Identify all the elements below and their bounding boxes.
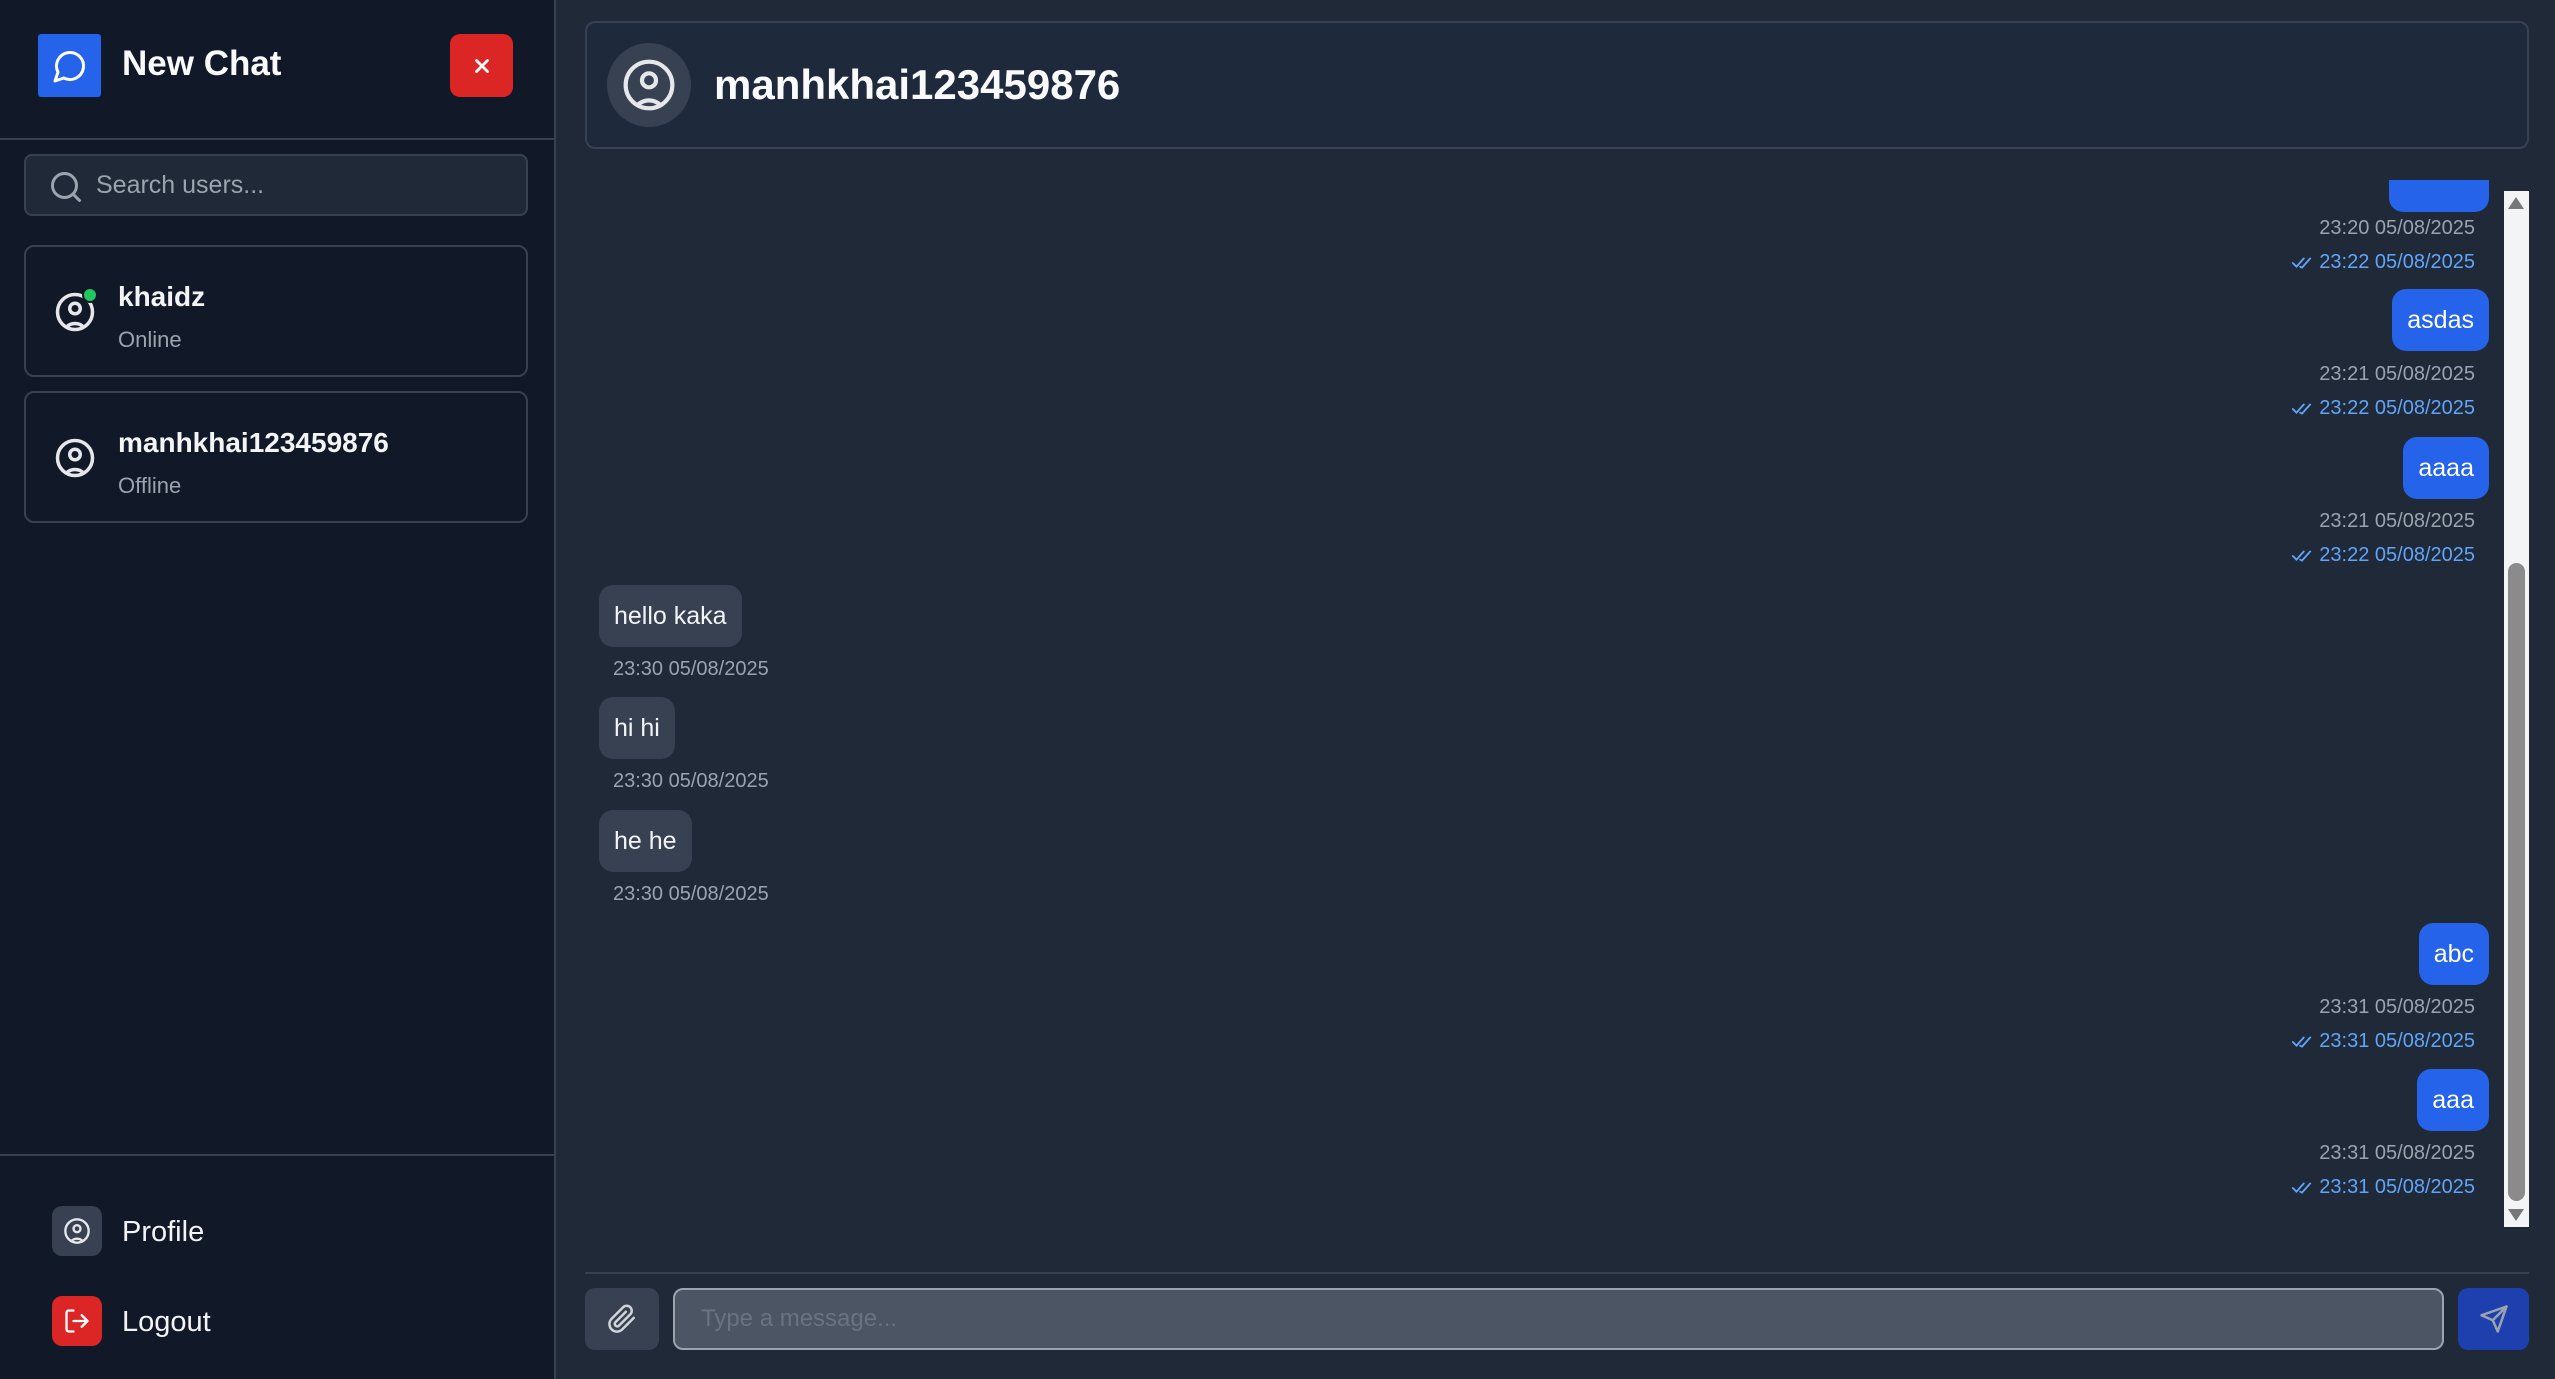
read-receipt: 23:31 05/08/2025	[2291, 1030, 2475, 1053]
online-indicator	[82, 287, 98, 303]
user-status: Online	[118, 327, 182, 352]
double-check-icon	[2292, 256, 2312, 269]
double-check-icon	[2292, 550, 2312, 562]
message-timestamp: 23:31 05/08/2025	[2319, 1142, 2475, 1164]
contact-name: manhkhai123459876	[714, 61, 1121, 108]
send-icon	[2479, 1305, 2508, 1333]
user-circle-icon	[52, 1206, 102, 1256]
message-bubble	[2389, 180, 2489, 212]
user-name: khaidz	[118, 281, 206, 312]
logout-button[interactable]: Logout	[52, 1296, 452, 1346]
message-bubble: abc	[2418, 923, 2489, 985]
close-button[interactable]	[450, 34, 513, 97]
logout-label: Logout	[122, 1306, 211, 1338]
message-timestamp: 23:30 05/08/2025	[613, 883, 769, 905]
logout-icon	[52, 1296, 102, 1346]
scroll-down-arrow[interactable]	[2508, 1209, 2524, 1221]
read-receipt: 23:31 05/08/2025	[2291, 1176, 2475, 1199]
message-bubble: aaaa	[2403, 437, 2489, 499]
read-timestamp: 23:31 05/08/2025	[2319, 1030, 2475, 1052]
message-scrollbar[interactable]	[2504, 191, 2529, 1227]
double-check-icon	[2292, 1036, 2312, 1048]
profile-label: Profile	[122, 1216, 205, 1248]
message-timestamp: 23:30 05/08/2025	[613, 770, 769, 792]
user-status: Offline	[118, 473, 182, 498]
scroll-up-arrow[interactable]	[2508, 197, 2524, 209]
user-list-item[interactable]: manhkhai123459876 Offline	[24, 391, 528, 523]
paperclip-icon	[608, 1304, 635, 1333]
attach-button[interactable]	[585, 1288, 659, 1350]
send-button[interactable]	[2458, 1288, 2529, 1350]
chat-bubble-icon	[38, 34, 101, 97]
message-bubble: asdas	[2392, 289, 2489, 351]
user-name: manhkhai123459876	[118, 427, 389, 458]
message-timestamp: 23:20 05/08/2025	[2319, 217, 2475, 239]
message-bubble: aaa	[2417, 1069, 2489, 1131]
message-input[interactable]	[673, 1288, 2444, 1350]
sidebar-title: New Chat	[122, 44, 282, 83]
sidebar: New Chat khaidz Online manhkhai123459876…	[0, 0, 556, 1379]
message-timestamp: 23:21 05/08/2025	[2319, 510, 2475, 532]
sidebar-footer: Profile Logout	[0, 1154, 554, 1379]
message-bubble: hi hi	[599, 697, 675, 759]
profile-button[interactable]: Profile	[52, 1206, 452, 1256]
user-circle-icon	[55, 438, 95, 478]
read-timestamp: 23:31 05/08/2025	[2319, 1176, 2475, 1198]
user-circle-icon	[607, 43, 691, 127]
read-receipt: 23:22 05/08/2025	[2291, 251, 2475, 274]
double-check-icon	[2292, 403, 2312, 415]
message-list: 23:20 05/08/2025 23:22 05/08/2025 asdas …	[585, 180, 2529, 1230]
message-timestamp: 23:31 05/08/2025	[2319, 996, 2475, 1018]
read-receipt: 23:22 05/08/2025	[2291, 397, 2475, 420]
search-box[interactable]	[24, 154, 528, 216]
composer-divider	[585, 1272, 2529, 1274]
user-list-item[interactable]: khaidz Online	[24, 245, 528, 377]
read-timestamp: 23:22 05/08/2025	[2319, 397, 2475, 419]
message-timestamp: 23:30 05/08/2025	[613, 658, 769, 680]
search-input[interactable]	[96, 156, 516, 214]
message-bubble: hello kaka	[599, 585, 742, 647]
message-bubble: he he	[599, 810, 692, 872]
message-timestamp: 23:21 05/08/2025	[2319, 363, 2475, 385]
read-timestamp: 23:22 05/08/2025	[2319, 251, 2475, 273]
chat-header: manhkhai123459876	[585, 21, 2529, 149]
scrollbar-thumb[interactable]	[2508, 563, 2525, 1201]
close-icon	[474, 58, 489, 73]
read-timestamp: 23:22 05/08/2025	[2319, 544, 2475, 566]
search-icon	[51, 172, 81, 202]
double-check-icon	[2292, 1182, 2312, 1194]
read-receipt: 23:22 05/08/2025	[2291, 544, 2475, 567]
sidebar-header: New Chat	[0, 0, 554, 140]
